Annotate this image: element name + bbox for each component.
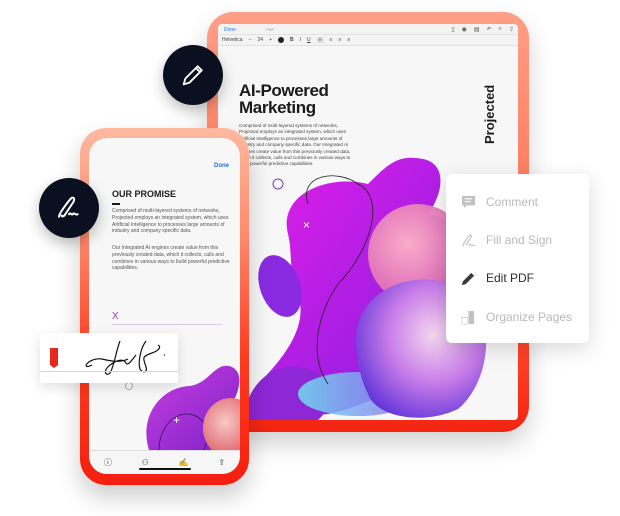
undo-icon[interactable]: ↶	[487, 26, 492, 33]
fill-sign-icon[interactable]: ✍	[179, 458, 189, 467]
menu-item-comment[interactable]: Comment	[460, 194, 538, 210]
pencil-icon	[182, 65, 203, 86]
bold-button[interactable]: B	[290, 37, 294, 43]
done-button[interactable]: Done	[224, 27, 236, 33]
pencil-icon	[460, 270, 476, 286]
font-select[interactable]: Helvetica	[222, 37, 243, 43]
tools-menu: Comment Fill and Sign Edit PDF Organize …	[446, 174, 589, 343]
phone-tab-bar: ⓘ ⚇ ✍ ⇪	[89, 450, 240, 474]
align-center-icon[interactable]: ≡	[338, 37, 341, 43]
menu-item-label: Comment	[486, 195, 539, 209]
menu-item-organize-pages[interactable]: Organize Pages	[460, 309, 572, 325]
headline-line-2: Marketing	[239, 98, 316, 117]
phone-device: + Done OUR PROMISE Comprised of multi-la…	[80, 128, 249, 485]
share-icon[interactable]: ⇪	[218, 458, 225, 467]
color-picker[interactable]	[277, 37, 284, 43]
align-left-icon[interactable]: ≡	[316, 37, 324, 43]
signature-card[interactable]	[40, 333, 178, 383]
phone-doc-title: OUR PROMISE	[112, 189, 177, 199]
organize-pages-icon	[460, 309, 476, 325]
eye-icon[interactable]: ◉	[462, 26, 467, 33]
phone-screen: + Done OUR PROMISE Comprised of multi-la…	[89, 138, 240, 474]
align-justify-icon[interactable]: ≡	[347, 37, 350, 43]
font-size-increase[interactable]: +	[269, 37, 272, 43]
title-divider	[112, 203, 120, 205]
phone-paragraph-2: Our Integrated AI engines create value f…	[112, 245, 230, 272]
sign-here-marker[interactable]: X	[112, 311, 119, 322]
fill-sign-icon	[460, 232, 476, 248]
sidebar-icon[interactable]: ▯	[451, 26, 454, 33]
sign-badge	[39, 178, 99, 238]
svg-text:×: ×	[303, 218, 310, 232]
page-icon[interactable]: ▤	[474, 26, 480, 33]
signature-line	[112, 324, 222, 325]
signature-icon	[58, 196, 79, 218]
menu-item-fill-and-sign[interactable]: Fill and Sign	[460, 232, 552, 248]
menu-item-label: Organize Pages	[486, 310, 573, 324]
done-button[interactable]: Done	[214, 163, 229, 169]
signature-baseline	[40, 371, 178, 372]
document-name: PDF	[266, 27, 274, 32]
svg-text:+: +	[173, 413, 180, 427]
underline-button[interactable]: U	[307, 37, 311, 43]
italic-button[interactable]: I	[300, 37, 301, 43]
menu-item-label: Fill and Sign	[486, 233, 553, 247]
phone-paragraph-1: Comprised of multi-layered systems of ne…	[112, 208, 229, 235]
home-indicator	[139, 468, 191, 470]
share-icon[interactable]: ⇪	[509, 26, 514, 33]
menu-item-edit-pdf[interactable]: Edit PDF	[460, 270, 534, 286]
font-size-decrease[interactable]: −	[249, 37, 252, 43]
comment-icon	[460, 194, 476, 210]
info-icon[interactable]: ⓘ	[104, 457, 112, 468]
sign-flag-icon	[50, 348, 58, 368]
side-title: Projected	[482, 84, 497, 144]
headline-line-1: AI-Powered	[239, 81, 329, 100]
person-icon[interactable]: ⚇	[142, 458, 149, 467]
document-body[interactable]: Comprised of multi-layered systems of ne…	[239, 123, 357, 168]
format-toolbar: Helvetica − 24 + B I U ≡ ≡ ≡ ≡	[218, 35, 518, 46]
align-right-icon[interactable]: ≡	[330, 37, 333, 43]
search-icon[interactable]: ⌕	[499, 26, 502, 33]
edit-badge	[163, 45, 223, 105]
menu-item-label: Edit PDF	[486, 271, 535, 285]
font-size-value[interactable]: 24	[258, 37, 264, 43]
document-headline[interactable]: AI-Powered Marketing	[239, 82, 329, 116]
tablet-top-toolbar: Done PDF ▯ ◉ ▤ ↶ ⌕ ⇪	[218, 24, 518, 35]
